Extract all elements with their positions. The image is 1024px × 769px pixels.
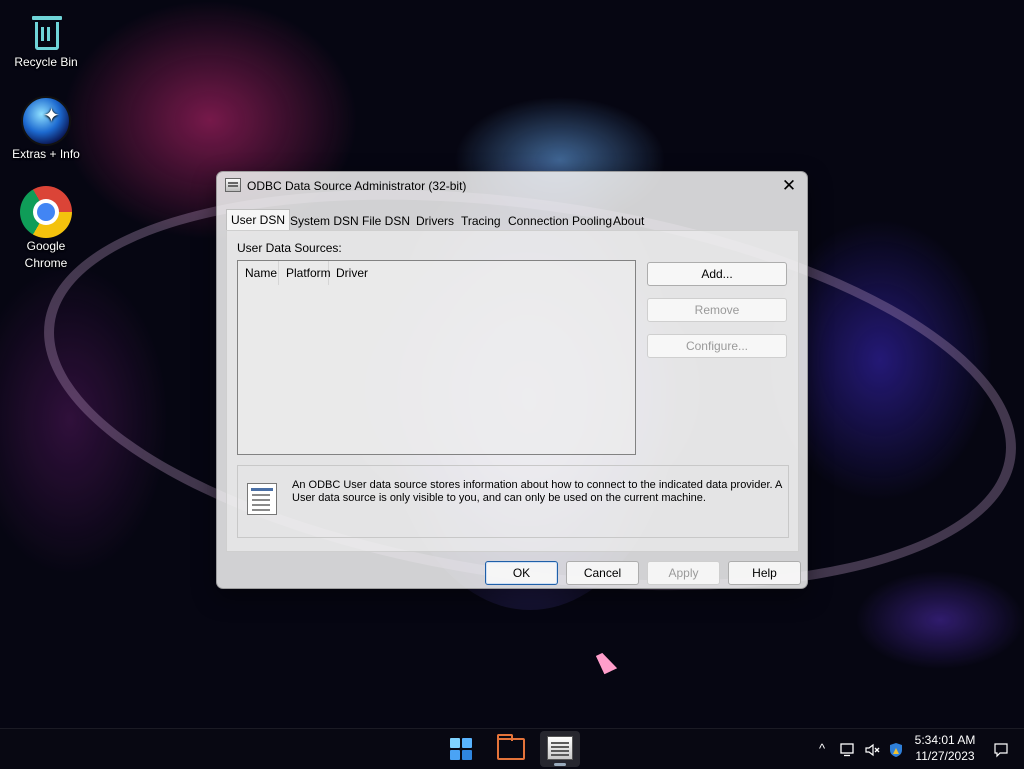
tab-strip: User DSN System DSN File DSN Drivers Tra… [226, 209, 798, 231]
apply-button[interactable]: Apply [647, 561, 720, 585]
tab-connection-pooling[interactable]: Connection Pooling [508, 212, 612, 230]
mouse-cursor-icon [596, 650, 618, 675]
taskbar-odbc-admin[interactable] [540, 731, 580, 767]
desktop-icon-label: Google Chrome [24, 239, 68, 270]
file-explorer-icon [497, 734, 525, 760]
notification-center-icon[interactable] [990, 729, 1012, 769]
column-header-driver[interactable]: Driver [329, 261, 449, 285]
user-data-sources-list[interactable]: Name Platform Driver [237, 260, 636, 455]
desktop-icon-recycle-bin[interactable]: Recycle Bin [6, 10, 86, 71]
network-icon[interactable] [838, 729, 858, 769]
tab-file-dsn[interactable]: File DSN [362, 212, 410, 230]
dialog-title: ODBC Data Source Administrator (32-bit) [247, 179, 467, 193]
windows-security-icon[interactable] [886, 729, 906, 769]
tab-about[interactable]: About [613, 212, 644, 230]
tab-tracing[interactable]: Tracing [461, 212, 501, 230]
tab-system-dsn[interactable]: System DSN [290, 212, 359, 230]
title-bar[interactable]: ODBC Data Source Administrator (32-bit) … [217, 172, 807, 202]
add-button[interactable]: Add... [647, 262, 787, 286]
taskbar-file-explorer[interactable] [491, 731, 531, 767]
recycle-bin-icon [28, 10, 64, 54]
help-button[interactable]: Help [728, 561, 801, 585]
tab-user-dsn[interactable]: User DSN [226, 209, 291, 231]
ok-button[interactable]: OK [485, 561, 558, 585]
desktop-icon-extras-info[interactable]: ✦ Extras + Info [6, 96, 86, 163]
column-header-platform[interactable]: Platform [279, 261, 331, 285]
show-hidden-icons-chevron-icon[interactable]: ^ [814, 729, 830, 769]
info-box: An ODBC User data source stores informat… [237, 465, 789, 538]
configure-button[interactable]: Configure... [647, 334, 787, 358]
close-button[interactable]: ✕ [771, 172, 807, 202]
clock-date: 11/27/2023 [915, 749, 975, 763]
system-clock[interactable]: 5:34:01 AM 11/27/2023 [910, 732, 980, 764]
remove-button[interactable]: Remove [647, 298, 787, 322]
odbc-admin-icon [547, 736, 573, 760]
desktop-icon-google-chrome[interactable]: Google Chrome [6, 186, 86, 272]
close-icon: ✕ [781, 176, 797, 195]
desktop-icon-label: Extras + Info [12, 147, 80, 161]
taskbar: ^ 5:34:01 AM 11/27/2023 [0, 728, 1024, 769]
clock-time: 5:34:01 AM [914, 733, 976, 747]
active-indicator [554, 763, 566, 766]
user-data-sources-label: User Data Sources: [237, 241, 342, 255]
chrome-icon [20, 186, 72, 238]
odbc-admin-dialog: ODBC Data Source Administrator (32-bit) … [216, 171, 808, 589]
data-source-icon [247, 483, 277, 515]
info-text: An ODBC User data source stores informat… [292, 479, 782, 504]
volume-muted-icon[interactable] [863, 729, 883, 769]
start-button[interactable] [441, 731, 481, 767]
tab-drivers[interactable]: Drivers [416, 212, 454, 230]
column-header-name[interactable]: Name [238, 261, 279, 285]
odbc-admin-icon [225, 178, 241, 192]
dialog-footer: OK Cancel Apply Help [217, 554, 807, 588]
desktop-icon-label: Recycle Bin [14, 55, 78, 69]
extras-info-icon: ✦ [21, 96, 71, 146]
cancel-button[interactable]: Cancel [566, 561, 639, 585]
